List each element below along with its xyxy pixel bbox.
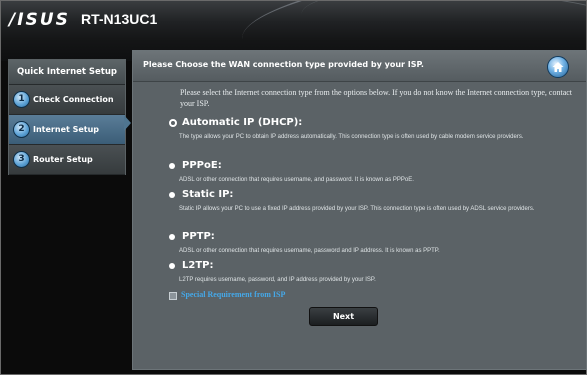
sidebar-item-router-setup[interactable]: 3 Router Setup xyxy=(9,145,125,175)
router-setup-window: /ISUS RT-N13UC1 Quick Internet Setup 1 C… xyxy=(0,0,587,375)
radio-icon[interactable] xyxy=(169,163,175,169)
sidebar-title: Quick Internet Setup xyxy=(9,60,125,85)
option-name: L2TP: xyxy=(182,260,214,271)
intro-text: Please select the Internet connection ty… xyxy=(180,88,573,108)
sidebar-item-internet-setup[interactable]: 2 Internet Setup xyxy=(9,115,125,145)
top-banner: /ISUS RT-N13UC1 xyxy=(1,1,586,39)
sidebar-item-label: Check Connection xyxy=(33,95,114,104)
home-button[interactable] xyxy=(547,56,569,78)
banner-decoration xyxy=(298,1,586,39)
next-button[interactable]: Next xyxy=(309,307,378,326)
option-description: Static IP allows your PC to use a fixed … xyxy=(179,206,535,212)
model-name: RT-N13UC1 xyxy=(81,11,158,27)
sidebar-item-label: Router Setup xyxy=(33,155,93,164)
asus-logo: /ISUS xyxy=(9,10,70,30)
radio-icon[interactable] xyxy=(169,192,175,198)
step-number-icon: 1 xyxy=(13,91,30,108)
page-title: Please Choose the WAN connection type pr… xyxy=(143,60,424,69)
step-number-icon: 2 xyxy=(13,121,30,138)
home-icon xyxy=(552,62,564,72)
sidebar-item-label: Internet Setup xyxy=(33,125,100,134)
special-requirement-link[interactable]: Special Requirement from ISP xyxy=(181,290,285,299)
option-description: The type allows your PC to obtain IP add… xyxy=(179,134,524,140)
option-name: PPTP: xyxy=(182,231,215,242)
sidebar-item-check-connection[interactable]: 1 Check Connection xyxy=(9,85,125,115)
option-name: PPPoE: xyxy=(182,160,222,171)
radio-selected-icon[interactable] xyxy=(169,119,177,127)
main-panel: Please Choose the WAN connection type pr… xyxy=(132,50,587,370)
option-name: Static IP: xyxy=(182,189,234,200)
quick-setup-sidebar: Quick Internet Setup 1 Check Connection … xyxy=(8,59,126,175)
main-header: Please Choose the WAN connection type pr… xyxy=(133,51,586,82)
step-number-icon: 3 xyxy=(13,151,30,168)
option-name: Automatic IP (DHCP): xyxy=(182,117,303,128)
special-requirement-checkbox[interactable] xyxy=(169,292,177,300)
active-step-pointer-icon xyxy=(124,115,131,131)
option-description: L2TP requires username, password, and IP… xyxy=(179,277,376,283)
option-description: ADSL or other connection that requires u… xyxy=(179,248,440,254)
radio-icon[interactable] xyxy=(169,234,175,240)
option-description: ADSL or other connection that requires u… xyxy=(179,177,414,183)
radio-icon[interactable] xyxy=(169,263,175,269)
